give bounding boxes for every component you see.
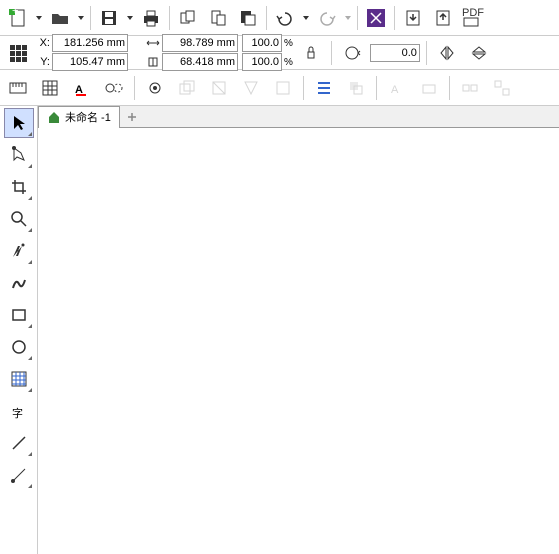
units-button[interactable] — [4, 74, 32, 102]
rotation-input[interactable] — [370, 44, 420, 62]
zoom-tool[interactable] — [4, 204, 34, 234]
options-bar: A A — [0, 70, 559, 106]
text-tool[interactable]: 字 — [4, 396, 34, 426]
lock-ratio-button[interactable] — [297, 39, 325, 67]
simplify-button[interactable] — [269, 74, 297, 102]
ellipse-tool[interactable] — [4, 332, 34, 362]
width-icon — [146, 38, 160, 48]
pct-label-2: % — [284, 57, 293, 68]
intersect-button[interactable] — [237, 74, 265, 102]
open-button[interactable] — [46, 4, 74, 32]
document-tab[interactable]: 未命名 -1 — [38, 106, 120, 128]
mirror-v-button[interactable] — [465, 39, 493, 67]
options-gear-button[interactable] — [141, 74, 169, 102]
scale-x-input[interactable] — [242, 34, 282, 52]
y-label: Y: — [36, 56, 50, 68]
undo-dropdown[interactable] — [301, 4, 311, 32]
shape-tool[interactable] — [4, 140, 34, 170]
import-button[interactable] — [399, 4, 427, 32]
height-input[interactable] — [162, 53, 238, 71]
print-button[interactable] — [137, 4, 165, 32]
height-icon — [146, 57, 160, 67]
main-toolbar: + PDF — [0, 0, 559, 36]
polygon-tool[interactable] — [4, 364, 34, 394]
svg-text:A: A — [391, 84, 399, 96]
undo-button[interactable] — [271, 4, 299, 32]
convert-button[interactable] — [415, 74, 443, 102]
duplicate-button[interactable] — [234, 4, 262, 32]
open-dropdown[interactable] — [76, 4, 86, 32]
home-icon — [47, 110, 61, 124]
export-button[interactable] — [429, 4, 457, 32]
launch-button[interactable] — [362, 4, 390, 32]
svg-text:+: + — [12, 8, 18, 17]
document-tabs: 未命名 -1 — [38, 106, 559, 128]
order-button[interactable] — [342, 74, 370, 102]
new-button[interactable]: + — [4, 4, 32, 32]
paste-button[interactable] — [204, 4, 232, 32]
x-label: X: — [36, 37, 50, 49]
add-tab-button[interactable] — [122, 108, 142, 126]
grid-button[interactable] — [36, 74, 64, 102]
text-a-button[interactable]: A — [383, 74, 411, 102]
save-button[interactable] — [95, 4, 123, 32]
pick-tool[interactable] — [4, 108, 34, 138]
tab-label: 未命名 -1 — [65, 109, 111, 125]
new-dropdown[interactable] — [34, 4, 44, 32]
freehand-tool[interactable] — [4, 236, 34, 266]
y-input[interactable] — [52, 53, 128, 71]
artistic-media-tool[interactable] — [4, 268, 34, 298]
ungroup-button[interactable] — [488, 74, 516, 102]
rotation-icon — [338, 39, 366, 67]
align-button[interactable] — [310, 74, 338, 102]
x-input[interactable] — [52, 34, 128, 52]
property-bar: X: Y: % % — [0, 36, 559, 70]
text-options-button[interactable]: A — [68, 74, 96, 102]
pdf-button[interactable]: PDF — [459, 4, 487, 32]
crop-tool[interactable] — [4, 172, 34, 202]
snap-button[interactable] — [100, 74, 128, 102]
svg-text:字: 字 — [12, 406, 23, 420]
line-tool[interactable] — [4, 428, 34, 458]
group-button[interactable] — [456, 74, 484, 102]
scale-y-input[interactable] — [242, 53, 282, 71]
save-dropdown[interactable] — [125, 4, 135, 32]
weld-button[interactable] — [173, 74, 201, 102]
redo-button[interactable] — [313, 4, 341, 32]
redo-dropdown[interactable] — [343, 4, 353, 32]
interactive-tool[interactable] — [4, 460, 34, 490]
svg-text:PDF: PDF — [462, 8, 484, 19]
copy-props-button[interactable] — [174, 4, 202, 32]
mirror-h-button[interactable] — [433, 39, 461, 67]
width-input[interactable] — [162, 34, 238, 52]
trim-button[interactable] — [205, 74, 233, 102]
object-origin-button[interactable] — [4, 39, 32, 67]
rectangle-tool[interactable] — [4, 300, 34, 330]
pct-label: % — [284, 38, 293, 49]
toolbox: 字 — [0, 106, 38, 554]
